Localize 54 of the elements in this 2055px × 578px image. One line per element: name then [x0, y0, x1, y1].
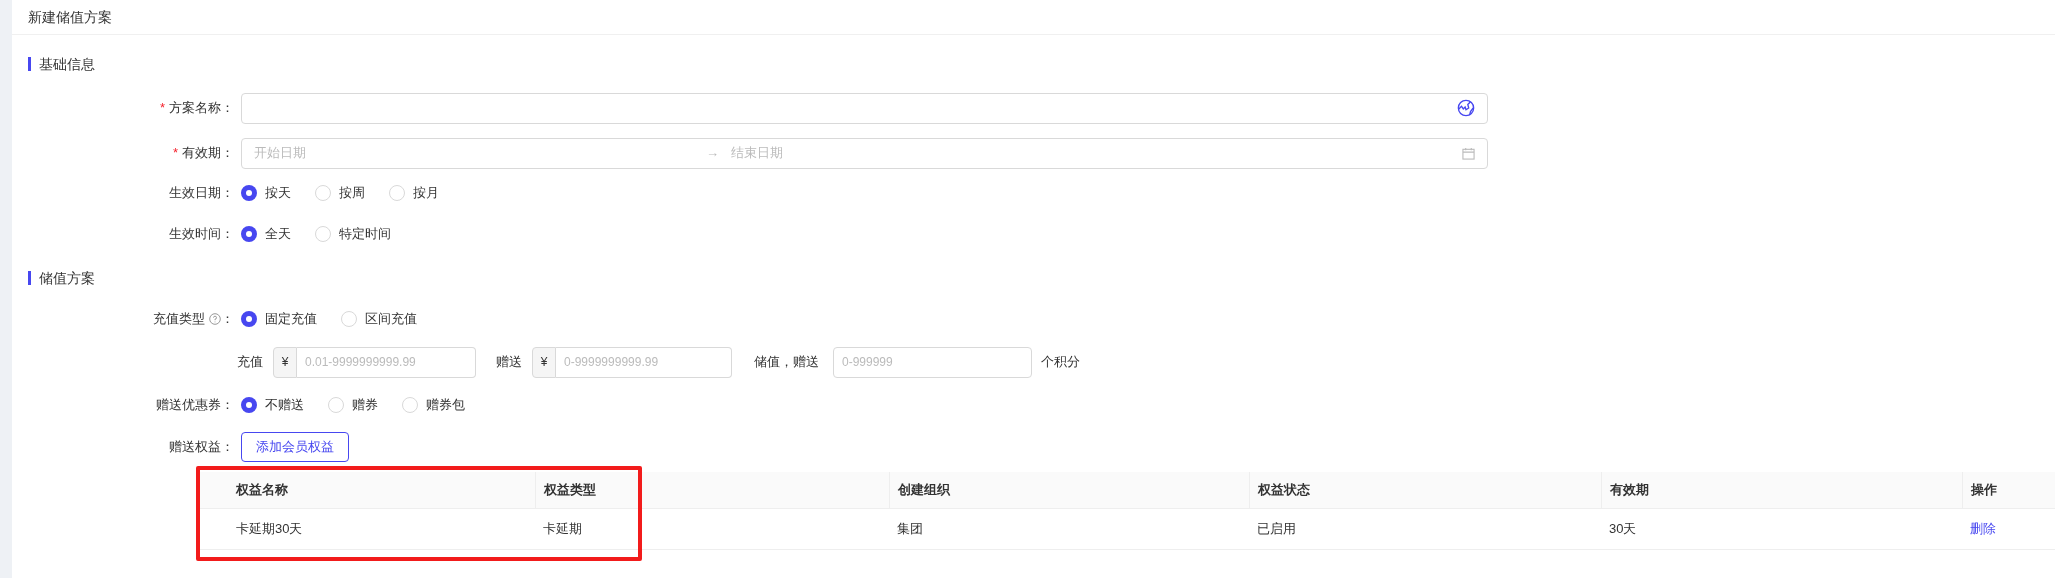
table-cell: 集团 [897, 521, 923, 537]
radio-option[interactable]: 按月 [389, 183, 439, 203]
table-cell: 已启用 [1257, 521, 1296, 537]
radio-option[interactable]: 全天 [241, 224, 291, 244]
calendar-icon [1462, 146, 1475, 160]
section-bar [28, 271, 31, 285]
globe-icon [1457, 99, 1475, 117]
recharge-label: 充值 [237, 353, 263, 372]
column-header: 权益状态 [1258, 481, 1310, 500]
radio-option[interactable]: 区间充值 [341, 309, 417, 329]
field-label: 充值类型 [153, 310, 205, 329]
section-heading: 储值方案 [39, 268, 95, 288]
field-label: 生效时间： [169, 225, 234, 244]
section-heading: 基础信息 [39, 54, 95, 74]
currency-addon: ¥ [532, 346, 556, 378]
field-label: 赠送权益： [169, 438, 234, 457]
points-label: 储值，赠送 [754, 353, 819, 372]
plan-name-field[interactable] [241, 92, 1488, 124]
column-header: 权益类型 [544, 481, 596, 500]
page-title: 新建储值方案 [28, 7, 112, 27]
required-mark: * [159, 99, 165, 118]
points-unit: 个积分 [1041, 353, 1080, 372]
radio-option[interactable]: 按周 [315, 183, 365, 203]
amount-field[interactable]: 0.01-9999999999.99 [297, 346, 476, 378]
table-cell-text: 卡延期30天 [235, 521, 303, 537]
label-colon: ： [221, 310, 234, 329]
radio-option[interactable]: 按天 [241, 183, 291, 203]
radio-option[interactable]: 赠券 [328, 395, 378, 415]
column-header: 有效期 [1610, 481, 1649, 500]
end-date-input[interactable]: 结束日期 [731, 143, 1462, 163]
bonus-label: 赠送 [496, 353, 522, 372]
field-label: 生效日期： [169, 184, 234, 203]
start-date-input[interactable]: 开始日期 [254, 143, 694, 163]
radio-option[interactable]: 固定充值 [241, 309, 317, 329]
column-header: 操作 [1971, 481, 1997, 500]
radio-option[interactable]: 赠券包 [402, 395, 465, 415]
field-label: 有效期： [182, 144, 234, 163]
field-label: 赠送优惠券： [156, 396, 234, 415]
points-field[interactable]: 0-999999 [833, 346, 1032, 378]
help-icon [209, 313, 221, 325]
range-separator: → [706, 144, 719, 163]
field-label: 方案名称： [169, 99, 234, 118]
section-bar [28, 57, 31, 71]
add-benefit-button[interactable]: 添加会员权益 [241, 432, 349, 462]
delete-link[interactable]: 删除 [1970, 521, 1996, 537]
radio-option[interactable]: 不赠送 [241, 395, 304, 415]
currency-addon: ¥ [273, 346, 297, 378]
table-cell: 卡延期 [543, 521, 582, 537]
required-mark: * [172, 144, 178, 163]
radio-option[interactable]: 特定时间 [315, 224, 391, 244]
column-header: 创建组织 [898, 481, 950, 500]
amount-field[interactable]: 0-9999999999.99 [556, 346, 732, 378]
table-cell: 30天 [1609, 521, 1637, 537]
column-header: 权益名称 [235, 481, 288, 500]
